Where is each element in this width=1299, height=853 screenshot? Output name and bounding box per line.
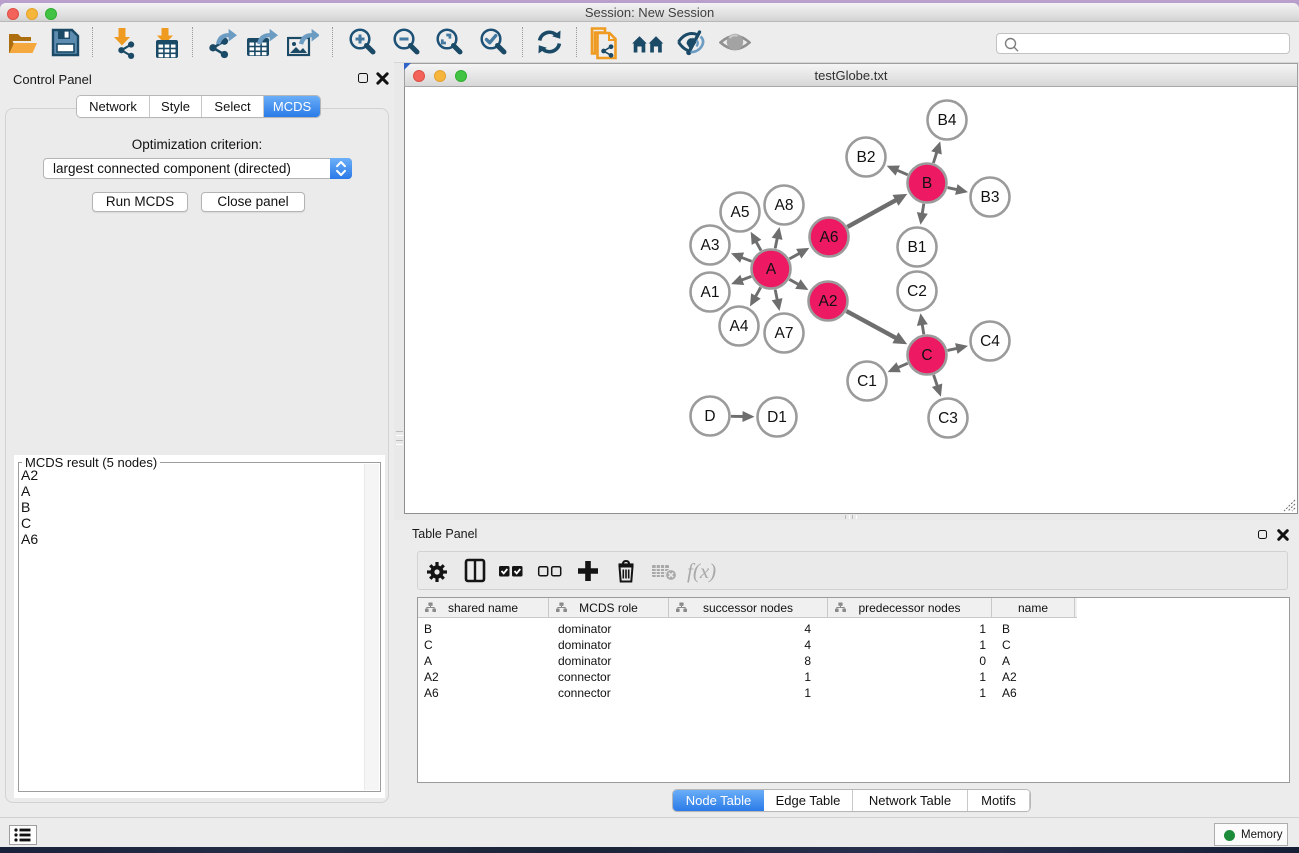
svg-text:B1: B1 (908, 239, 927, 256)
svg-text:C3: C3 (938, 410, 958, 427)
svg-text:B: B (922, 175, 932, 192)
svg-text:A6: A6 (820, 229, 839, 246)
svg-text:D1: D1 (767, 409, 787, 426)
svg-text:C2: C2 (907, 283, 927, 300)
svg-text:C4: C4 (980, 333, 1000, 350)
svg-text:A1: A1 (701, 284, 720, 301)
svg-text:A5: A5 (731, 204, 750, 221)
svg-text:A4: A4 (730, 318, 749, 335)
svg-text:A: A (766, 261, 777, 278)
svg-text:B4: B4 (938, 112, 957, 129)
svg-text:C1: C1 (857, 373, 877, 390)
svg-text:B3: B3 (981, 189, 1000, 206)
svg-text:B2: B2 (857, 149, 876, 166)
svg-text:C: C (921, 347, 932, 364)
svg-text:A8: A8 (775, 197, 794, 214)
svg-text:D: D (704, 408, 715, 425)
svg-text:A2: A2 (819, 293, 838, 310)
svg-text:A3: A3 (701, 237, 720, 254)
svg-text:A7: A7 (775, 325, 794, 342)
